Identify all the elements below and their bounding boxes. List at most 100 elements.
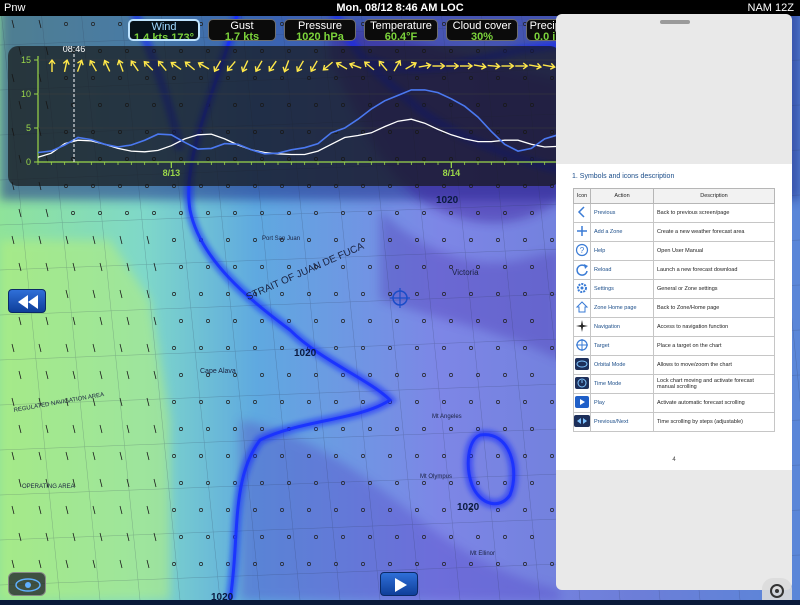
wind-arrow-icon (197, 61, 210, 70)
wind-arrow-icon (184, 61, 196, 71)
wind-arrow-icon (213, 60, 222, 73)
y-tick-label: 10 (21, 89, 31, 99)
wind-arrow-icon (446, 62, 460, 70)
legend-icon-cell (573, 260, 591, 280)
wind-arrow-icon (405, 61, 418, 70)
panel-grab-handle[interactable] (660, 20, 690, 24)
legend-icon-cell (573, 374, 591, 394)
legend-row: Zone Home page Back to Zone/Home page (573, 298, 775, 318)
wind-arrow-icon (157, 60, 167, 72)
legend-row: Previous/Next Time scrolling by steps (ad… (573, 412, 775, 432)
legend-description: Open User Manual (653, 241, 775, 261)
weather-pill-temperature[interactable]: Temperature 60.4°F (364, 19, 438, 41)
weather-pill-value: 1.4 kts 173° (133, 32, 195, 41)
svg-text:?: ? (580, 246, 585, 255)
legend-icon-cell (573, 393, 591, 413)
wind-arrow-icon (335, 61, 348, 70)
wind-arrow-icon (378, 60, 388, 72)
wind-arrow-icon (348, 61, 362, 69)
wind-arrow-icon (322, 61, 334, 71)
legend-description: Back to previous screen/page (653, 203, 775, 223)
wind-arrow-icon (143, 60, 154, 71)
forecast-graph-panel[interactable]: 0 5 10 15 8/13 8/14 08:46 (8, 46, 560, 186)
map-label-mt-angeles: Mt Angeles (432, 414, 462, 420)
legend-row: Reload Launch a new forecast download (573, 260, 775, 280)
legend-description: Access to navigation function (653, 317, 775, 337)
col-icon-header: Icon (573, 188, 591, 204)
rewind-icon (18, 295, 38, 309)
legend-icon-cell (573, 317, 591, 337)
legend-action: Play (590, 393, 654, 413)
legend-row: Settings General or Zone settings (573, 279, 775, 299)
manual-section-title: 1. Symbols and icons description (572, 173, 675, 180)
legend-row: Time Mode Lock chart moving and activate … (573, 374, 775, 394)
wind-arrow-icon (418, 62, 432, 70)
wind-series-line (37, 89, 559, 155)
weather-pill-gust[interactable]: Gust 1.7 kts (208, 19, 276, 41)
wind-arrow-icon (515, 62, 529, 70)
play-button[interactable] (380, 572, 418, 596)
wind-arrow-icon (48, 58, 56, 72)
model-run: NAM 12Z (747, 2, 794, 14)
home-icon (575, 301, 589, 313)
legend-description: General or Zone settings (653, 279, 775, 299)
weather-pill-pressure[interactable]: Pressure 1020 hPa (284, 19, 356, 41)
legend-description: Activate automatic forecast scrolling (653, 393, 775, 413)
col-description-header: Description (653, 188, 775, 204)
wind-arrow-icon (116, 59, 124, 72)
legend-row: Target Place a target on the chart (573, 336, 775, 356)
compass-icon (576, 320, 588, 332)
weather-pill-cloud-cover[interactable]: Cloud cover 30% (446, 19, 518, 41)
legend-action: Add a Zone (590, 222, 654, 242)
weather-pill-value: 30% (470, 31, 494, 41)
wind-arrow-icon (282, 60, 290, 73)
legend-action: Reload (590, 260, 654, 280)
map-label-cape-alava: Cape Alava (200, 368, 236, 375)
gear-icon (770, 584, 784, 598)
legend-action: Target (590, 336, 654, 356)
orbital-mode-button[interactable] (8, 572, 46, 596)
legend-row: ? Help Open User Manual (573, 241, 775, 261)
weather-pill-value: 1020 hPa (296, 31, 344, 41)
y-tick-label: 0 (26, 157, 31, 167)
isobar-label-4: 1020 (211, 592, 234, 600)
legend-description: Back to Zone/Home page (653, 298, 775, 318)
gear-icon (577, 283, 587, 293)
wind-arrow-icon (226, 60, 236, 72)
play-icon (575, 396, 589, 408)
wind-arrow-icon (501, 62, 515, 70)
wind-forecast-graph[interactable]: 0 5 10 15 8/13 8/14 08:46 (8, 46, 560, 186)
wind-arrow-icon (62, 58, 70, 73)
user-manual-panel[interactable]: 1. Symbols and icons description Icon Ac… (556, 14, 792, 590)
legend-icon-cell: ? (573, 241, 591, 261)
wind-arrow-icon (296, 60, 305, 73)
y-tick-label: 5 (26, 123, 31, 133)
legend-action: Settings (590, 279, 654, 299)
wind-arrow-icon (528, 62, 543, 70)
orbital-icon (575, 358, 589, 370)
legend-description: Place a target on the chart (653, 336, 775, 356)
weather-pill-value: 60.4°F (384, 31, 418, 41)
settings-corner-button[interactable] (762, 578, 792, 600)
wind-arrow-icon (268, 60, 277, 72)
weather-pill-wind[interactable]: Wind 1.4 kts 173° (128, 19, 200, 41)
orbital-icon (15, 578, 41, 592)
legend-row: Add a Zone Create a new weather forecast … (573, 222, 775, 242)
legend-action: Time Mode (590, 374, 654, 394)
legend-icon-cell (573, 203, 591, 223)
gust-series-line (37, 118, 559, 158)
map-label-victoria: Victoria (452, 268, 479, 277)
wind-arrow-icon (102, 59, 111, 72)
previous-next-icon (574, 415, 590, 427)
wind-arrow-icon (460, 62, 474, 70)
legend-action: Zone Home page (590, 298, 654, 318)
legend-description: Time scrolling by steps (adjustable) (653, 412, 775, 432)
weather-parameter-strip: Wind 1.4 kts 173° Gust 1.7 kts Pressure 1020 … (128, 19, 578, 43)
current-datetime: Mon, 08/12 8:46 AM LOC (336, 2, 464, 14)
y-tick-label: 15 (21, 55, 31, 65)
legend-icon-cell (573, 298, 591, 318)
rewind-button[interactable] (8, 289, 46, 313)
wind-arrow-icon (76, 59, 84, 72)
wind-arrow-icon (254, 60, 263, 73)
legend-description: Launch a new forecast download (653, 260, 775, 280)
